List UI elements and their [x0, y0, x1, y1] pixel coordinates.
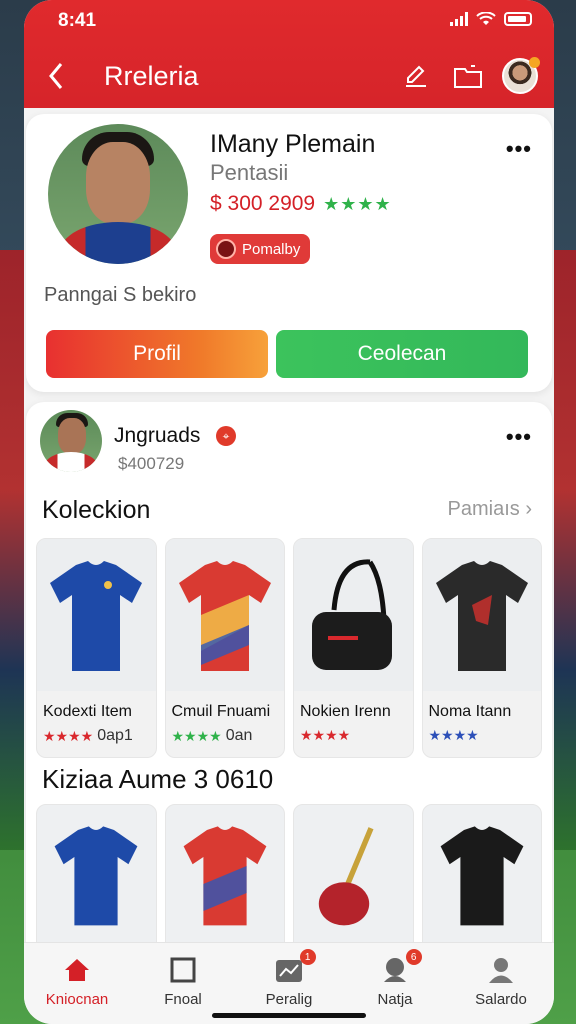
app-header: Rreleria — [24, 52, 554, 100]
tab-badge: 6 — [405, 949, 422, 965]
feed-more-options-button[interactable]: ••• — [506, 424, 532, 450]
user-avatar[interactable] — [40, 410, 102, 472]
see-all-link[interactable]: Pamiaıs › — [448, 498, 532, 521]
user-name: Jngruads — [114, 424, 201, 447]
item-label: Noma Itann — [428, 703, 512, 720]
rating-stars: ★★★★ — [323, 193, 392, 214]
section2-title: Kiziaa Aume 3 0610 — [42, 764, 274, 794]
collection-card: Jngruads ⌖ $400729 ••• Koleckion Pamiaıs… — [26, 402, 552, 962]
collect-button[interactable]: Ceolecan — [276, 330, 528, 378]
item-stars: ★★★★ — [171, 727, 222, 744]
item-meta-text: 0ap1 — [97, 727, 133, 744]
profil-button[interactable]: Profil — [46, 330, 268, 378]
tab-home[interactable]: Kniocnan — [24, 943, 130, 1024]
jersey-icon — [178, 561, 271, 671]
tab-label: Fnoal — [164, 991, 202, 1008]
page-title: Rreleria — [104, 60, 199, 91]
collection-grid: Kodexti Item ★★★★ 0ap1 Cmuil Fnuami ★★★★ — [36, 538, 542, 758]
item-label: Cmuil Fnuami — [171, 703, 271, 720]
item-meta: ★★★★ 0ap1 — [43, 727, 133, 745]
user-price: $400729 — [118, 454, 185, 473]
player-photo — [48, 124, 188, 264]
collection-item[interactable]: Nokien Irenn ★★★★ — [293, 538, 414, 758]
chevron-right-icon: › — [525, 498, 532, 520]
battery-icon — [504, 12, 532, 26]
player-name: IMany Plemain — [210, 130, 376, 158]
item-thumbnail — [37, 539, 156, 691]
item-meta: ★★★★ — [429, 727, 479, 744]
edit-button[interactable] — [398, 58, 434, 94]
item-stars: ★★★★ — [43, 727, 94, 744]
tab-profile[interactable]: Salardo — [448, 943, 554, 1024]
see-all-label: Pamiaıs — [447, 498, 520, 520]
jersey-icon — [50, 561, 143, 671]
tab-chat[interactable]: 6 Natja — [342, 943, 448, 1024]
tab-final[interactable]: Fnoal — [130, 943, 236, 1024]
item-stars: ★★★★ — [300, 727, 351, 743]
status-time: 8:41 — [58, 10, 97, 31]
item-thumbnail — [294, 539, 413, 691]
jersey-icon — [435, 561, 528, 671]
team-badge-label: Pomalby — [242, 240, 301, 258]
jersey-icon — [440, 826, 524, 926]
item-label: Kodexti Item — [43, 703, 132, 720]
jersey-icon — [54, 826, 138, 926]
item-label: Nokien Irenn — [300, 703, 391, 720]
tab-label: Salardo — [475, 991, 527, 1008]
item-meta: ★★★★ 0an — [172, 727, 253, 745]
status-icons — [450, 12, 532, 26]
player-subtitle: Pentasii — [210, 160, 289, 185]
profile-card: IMany Plemain Pentasii $ 300 2909 ★★★★ P… — [26, 114, 552, 392]
folder-icon — [454, 65, 482, 88]
folder-button[interactable] — [450, 58, 486, 94]
bag-icon — [312, 559, 393, 670]
collection-item[interactable]: Kodexti Item ★★★★ 0ap1 — [36, 538, 157, 758]
tab-label: Peralig — [265, 991, 313, 1008]
pen-icon — [406, 65, 426, 87]
player-price-row: $ 300 2909 ★★★★ — [210, 192, 392, 216]
section2-item[interactable] — [293, 804, 414, 954]
player-description: Panngai S bekiro — [44, 284, 197, 306]
collection-title: Koleckion — [42, 496, 151, 524]
collection-item[interactable]: Noma Itann ★★★★ — [421, 538, 542, 758]
guitar-bag-icon — [319, 827, 374, 926]
team-crest-icon — [216, 239, 236, 259]
chevron-left-icon — [49, 63, 63, 89]
item-stars: ★★★★ — [428, 727, 479, 743]
section2-item[interactable] — [36, 804, 157, 954]
tab-peralig[interactable]: 1 Peralig — [236, 943, 342, 1024]
section2-item[interactable] — [421, 804, 542, 954]
item-thumbnail — [165, 539, 284, 691]
team-badge[interactable]: Pomalby — [210, 234, 311, 264]
account-avatar[interactable] — [502, 57, 540, 94]
phone-frame: 8:41 Rreleria IMany Plemain Pentasii $ 3… — [24, 0, 554, 1024]
bottom-tab-bar: Kniocnan Fnoal 1 Peralig 6 Natja Salardo — [24, 942, 554, 1024]
tab-badge: 1 — [299, 949, 316, 965]
item-thumbnail — [422, 539, 541, 691]
tab-label: Natja — [377, 991, 413, 1008]
top-bar: 8:41 Rreleria — [24, 0, 554, 108]
user-badge-icon: ⌖ — [216, 426, 236, 446]
home-indicator — [212, 1013, 366, 1018]
wifi-icon — [476, 12, 496, 25]
item-meta: ★★★★ — [300, 727, 350, 744]
player-price: $ 300 2909 — [210, 192, 316, 215]
notification-dot — [529, 57, 540, 68]
section2-grid — [36, 804, 542, 954]
tab-label: Kniocnan — [45, 991, 109, 1008]
section2-item[interactable] — [164, 804, 285, 954]
square-icon — [168, 955, 198, 985]
home-icon — [62, 955, 92, 985]
back-button[interactable] — [36, 56, 76, 96]
more-options-button[interactable]: ••• — [506, 136, 532, 162]
collection-item[interactable]: Cmuil Fnuami ★★★★ 0an — [164, 538, 285, 758]
item-meta-text: 0an — [225, 727, 253, 744]
user-icon — [486, 955, 516, 985]
jersey-icon — [183, 826, 267, 926]
signal-icon — [450, 12, 468, 26]
